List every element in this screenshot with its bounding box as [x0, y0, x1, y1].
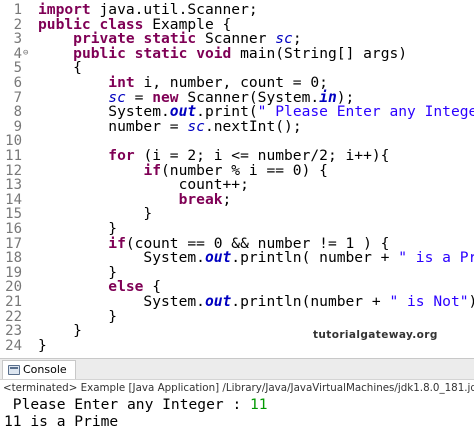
code-token: }	[38, 336, 47, 354]
console-icon	[8, 365, 20, 375]
console-output-line-2: 11 is a Prime	[4, 413, 119, 430]
console-output-line-1: Please Enter any Integer : 11	[4, 396, 268, 414]
tab-console[interactable]: Console	[2, 360, 76, 379]
console-status: <terminated> Example [Java Application] …	[0, 380, 474, 397]
code-editor[interactable]: 1 import java.util.Scanner; 2 public class …	[0, 0, 474, 358]
fold-toggle-icon[interactable]: ⊖	[23, 48, 30, 57]
console-user-input: 11	[250, 396, 268, 413]
console-prompt: Please Enter any Integer :	[4, 396, 251, 413]
tab-console-label: Console	[23, 363, 67, 376]
watermark: tutorialgateway.org	[313, 329, 438, 341]
console-tab-bar: Console	[0, 358, 474, 380]
code-text: }	[38, 337, 47, 355]
line-number: 24	[5, 337, 22, 354]
